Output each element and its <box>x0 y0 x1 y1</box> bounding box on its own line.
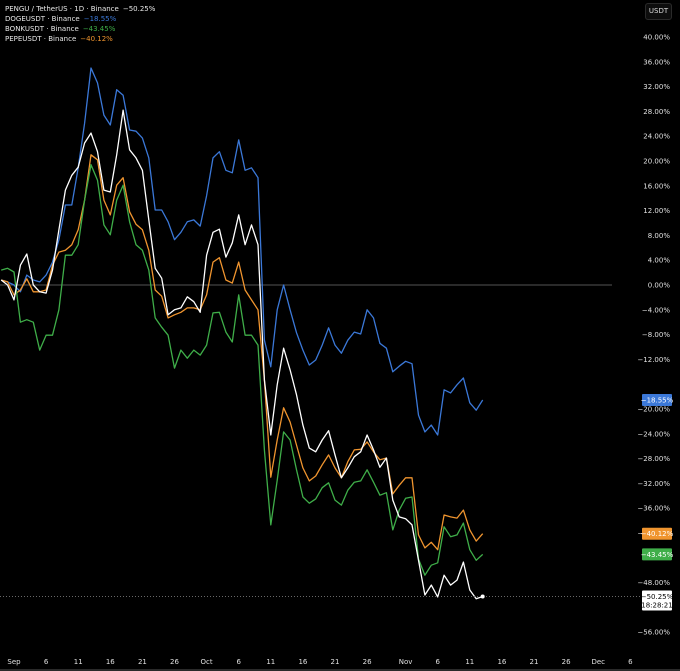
y-tick-label: −24.00% <box>637 430 670 438</box>
x-tick-label: 6 <box>628 658 633 666</box>
x-tick-label: 16 <box>497 658 506 666</box>
last-value-label-dogeusdt: −18.55% <box>641 397 674 405</box>
comparison-chart[interactable]: 40.00% 36.00% 32.00% 28.00% 24.00% 20.00% 16.0… <box>0 0 680 671</box>
legend-main[interactable]: PENGU / TetherUS · 1D · Binance −50.25% <box>5 4 155 14</box>
x-tick-label: 6 <box>44 658 49 666</box>
legend-main-symbol: PENGU / TetherUS · 1D · Binance <box>5 5 119 13</box>
y-tick-label: 36.00% <box>643 58 670 66</box>
y-tick-label: 28.00% <box>643 108 670 116</box>
x-tick-label: 21 <box>331 658 340 666</box>
x-tick-label: 11 <box>266 658 275 666</box>
y-tick-label: 24.00% <box>643 133 670 141</box>
y-tick-label: 4.00% <box>648 257 671 265</box>
y-tick-label: 40.00% <box>643 34 670 42</box>
legend-pepe[interactable]: PEPEUSDT · Binance −40.12% <box>5 34 155 44</box>
y-tick-label: 32.00% <box>643 83 670 91</box>
x-tick-label: Sep <box>7 658 21 666</box>
x-tick-label: 11 <box>74 658 83 666</box>
legend: PENGU / TetherUS · 1D · Binance −50.25% D… <box>5 4 155 44</box>
y-tick-label: −20.00% <box>637 406 670 414</box>
series-line-pepeusdt <box>1 154 484 551</box>
y-tick-label: 8.00% <box>648 232 671 240</box>
x-tick-label: 11 <box>465 658 474 666</box>
legend-pepe-symbol: PEPEUSDT · Binance <box>5 35 77 43</box>
y-tick-label: −28.00% <box>637 455 670 463</box>
series-line-bonkusdt <box>1 164 484 576</box>
legend-pepe-change: −40.12% <box>80 35 113 43</box>
x-tick-label: Oct <box>201 658 213 666</box>
y-tick-label: −8.00% <box>642 331 670 339</box>
y-tick-label: 12.00% <box>643 207 670 215</box>
x-tick-label: 6 <box>236 658 241 666</box>
y-tick-label: 16.00% <box>643 182 670 190</box>
legend-doge-change: −18.55% <box>83 15 117 23</box>
y-tick-label: −32.00% <box>637 480 670 488</box>
y-tick-label: 20.00% <box>643 158 670 166</box>
legend-bonk[interactable]: BONKUSDT · Binance −43.45% <box>5 24 155 34</box>
last-point-marker <box>480 594 485 599</box>
y-tick-label: −56.00% <box>637 629 670 637</box>
legend-main-change: −50.25% <box>122 5 156 13</box>
y-tick-label: −12.00% <box>637 356 670 364</box>
legend-bonk-symbol: BONKUSDT · Binance <box>5 25 79 33</box>
countdown-label: 18:28:21 <box>641 602 672 610</box>
x-tick-label: 26 <box>363 658 372 666</box>
y-tick-label: 0.00% <box>648 282 671 290</box>
x-tick-label: 16 <box>298 658 307 666</box>
last-value-label-pepeusdt: −40.12% <box>641 530 674 538</box>
x-tick-label: 26 <box>562 658 571 666</box>
x-tick-label: 21 <box>530 658 539 666</box>
x-tick-label: 6 <box>435 658 440 666</box>
y-tick-label: −36.00% <box>637 505 670 513</box>
last-value-label-pengu: −50.25% <box>641 593 674 601</box>
x-tick-label: Dec <box>591 658 605 666</box>
y-tick-label: −48.00% <box>637 579 670 587</box>
series-line-pengu <box>0 109 483 600</box>
legend-bonk-change: −43.45% <box>82 25 116 33</box>
x-tick-label: 26 <box>170 658 179 666</box>
x-tick-label: Nov <box>399 658 413 666</box>
legend-doge-symbol: DOGEUSDT · Binance <box>5 15 80 23</box>
x-tick-label: 16 <box>106 658 115 666</box>
y-tick-label: −4.00% <box>642 306 670 314</box>
last-value-label-bonkusdt: −43.45% <box>641 551 674 559</box>
legend-doge[interactable]: DOGEUSDT · Binance −18.55% <box>5 14 155 24</box>
x-tick-label: 21 <box>138 658 147 666</box>
currency-unit-button[interactable]: USDT <box>645 3 672 20</box>
